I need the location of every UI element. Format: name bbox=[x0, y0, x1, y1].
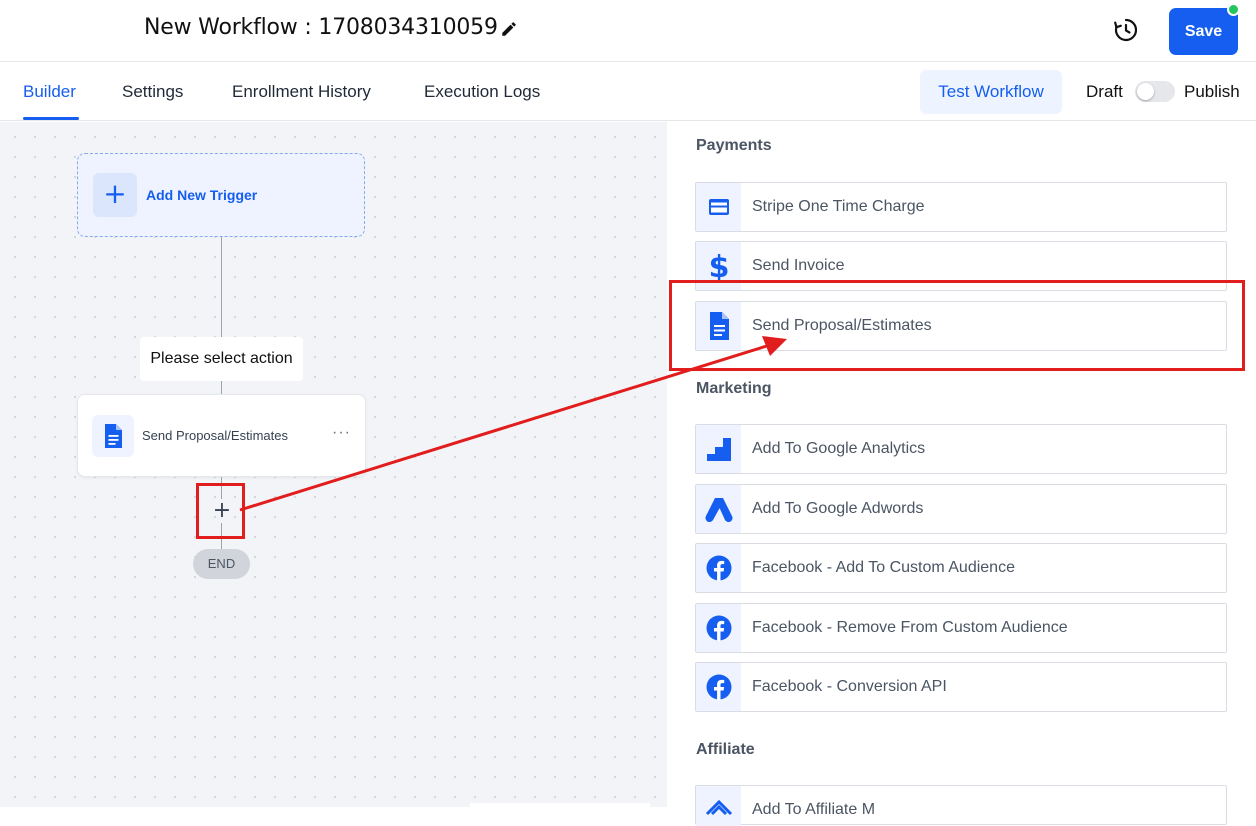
action-item-send-invoice[interactable]: $ Send Invoice bbox=[695, 241, 1227, 291]
draft-label: Draft bbox=[1086, 82, 1123, 101]
document-icon bbox=[92, 415, 134, 457]
dollar-icon: $ bbox=[696, 242, 741, 290]
tab-settings[interactable]: Settings bbox=[122, 82, 183, 102]
connector-line bbox=[221, 523, 222, 549]
active-tab-indicator bbox=[23, 117, 79, 120]
action-card-send-proposal[interactable]: Send Proposal/Estimates ··· bbox=[77, 394, 366, 477]
google-ads-icon bbox=[696, 485, 741, 533]
action-item-facebook-remove-audience[interactable]: Facebook - Remove From Custom Audience bbox=[695, 603, 1227, 653]
action-item-label: Facebook - Add To Custom Audience bbox=[752, 559, 1015, 576]
save-button[interactable]: Save bbox=[1169, 8, 1238, 55]
tab-execution-logs[interactable]: Execution Logs bbox=[424, 82, 540, 102]
action-item-label: Stripe One Time Charge bbox=[752, 198, 925, 215]
add-trigger-card[interactable]: + Add New Trigger bbox=[77, 153, 365, 237]
add-action-button[interactable]: + bbox=[210, 499, 234, 523]
end-node: END bbox=[193, 549, 250, 579]
publish-label: Publish bbox=[1184, 82, 1240, 101]
action-item-stripe-one-time-charge[interactable]: Stripe One Time Charge bbox=[695, 182, 1227, 232]
select-action-tooltip: Please select action bbox=[140, 337, 303, 381]
connector-line bbox=[221, 477, 222, 499]
test-workflow-button[interactable]: Test Workflow bbox=[920, 70, 1062, 114]
action-item-label: Facebook - Remove From Custom Audience bbox=[752, 619, 1068, 636]
history-icon[interactable] bbox=[1113, 17, 1139, 43]
workflow-title[interactable]: New Workflow : 1708034310059 bbox=[144, 15, 498, 40]
action-item-add-to-affiliate[interactable]: Add To Affiliate M bbox=[695, 785, 1227, 826]
connector-line bbox=[221, 381, 222, 394]
actions-panel: Payments Stripe One Time Charge $ Send I… bbox=[667, 122, 1256, 826]
workflow-canvas[interactable]: + Add New Trigger Please select action S… bbox=[0, 122, 667, 807]
tab-bar: Builder Settings Enrollment History Exec… bbox=[0, 62, 1256, 121]
document-icon bbox=[696, 302, 741, 350]
action-item-facebook-conversion-api[interactable]: Facebook - Conversion API bbox=[695, 662, 1227, 712]
facebook-icon bbox=[696, 604, 741, 652]
section-title-marketing: Marketing bbox=[696, 380, 772, 397]
publish-toggle[interactable] bbox=[1135, 81, 1175, 102]
section-title-payments: Payments bbox=[696, 137, 772, 154]
canvas-scroll-hint bbox=[470, 803, 650, 807]
facebook-icon bbox=[696, 544, 741, 592]
action-item-send-proposal[interactable]: Send Proposal/Estimates bbox=[695, 301, 1227, 351]
action-item-facebook-add-audience[interactable]: Facebook - Add To Custom Audience bbox=[695, 543, 1227, 593]
add-trigger-label: Add New Trigger bbox=[146, 187, 258, 203]
top-header: New Workflow : 1708034310059 Save bbox=[0, 0, 1256, 62]
pencil-icon[interactable] bbox=[500, 20, 518, 38]
tab-enrollment-history[interactable]: Enrollment History bbox=[232, 82, 371, 102]
svg-text:$: $ bbox=[708, 251, 729, 281]
action-item-label: Facebook - Conversion API bbox=[752, 678, 947, 695]
action-item-google-adwords[interactable]: Add To Google Adwords bbox=[695, 484, 1227, 534]
google-analytics-icon bbox=[696, 425, 741, 473]
plus-icon: + bbox=[93, 173, 137, 217]
action-card-label: Send Proposal/Estimates bbox=[142, 428, 288, 443]
affiliate-icon bbox=[696, 786, 741, 826]
tab-builder[interactable]: Builder bbox=[23, 82, 76, 102]
facebook-icon bbox=[696, 663, 741, 711]
action-item-label: Send Proposal/Estimates bbox=[752, 317, 932, 334]
action-item-label: Add To Google Analytics bbox=[752, 440, 926, 457]
toggle-knob bbox=[1137, 83, 1154, 100]
action-item-google-analytics[interactable]: Add To Google Analytics bbox=[695, 424, 1227, 474]
action-item-label: Send Invoice bbox=[752, 257, 845, 274]
more-options-icon[interactable]: ··· bbox=[332, 424, 351, 442]
connector-line bbox=[221, 237, 222, 337]
credit-card-icon bbox=[696, 183, 741, 231]
status-dot bbox=[1227, 3, 1240, 16]
action-item-label: Add To Google Adwords bbox=[752, 500, 924, 517]
section-title-affiliate: Affiliate bbox=[696, 741, 755, 758]
action-item-label: Add To Affiliate M bbox=[752, 801, 876, 818]
